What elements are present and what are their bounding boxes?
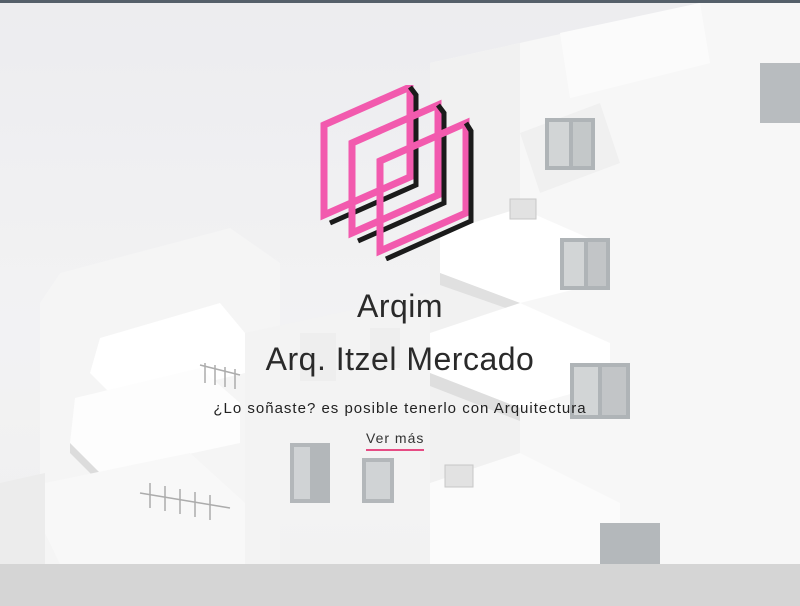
brand-name: Arqim: [356, 288, 444, 324]
arqim-logo-icon: [320, 85, 474, 261]
owner-name: Arq. Itzel Mercado: [265, 341, 535, 377]
bottom-section: [0, 564, 800, 606]
hero-tagline: ¿Lo soñaste? es posible tenerlo con Arqu…: [213, 400, 587, 417]
top-border: [0, 0, 800, 3]
ver-mas-link[interactable]: Ver más: [366, 430, 425, 451]
hero-section: Arqim Arq. Itzel Mercado ¿Lo soñaste? es…: [0, 3, 800, 564]
